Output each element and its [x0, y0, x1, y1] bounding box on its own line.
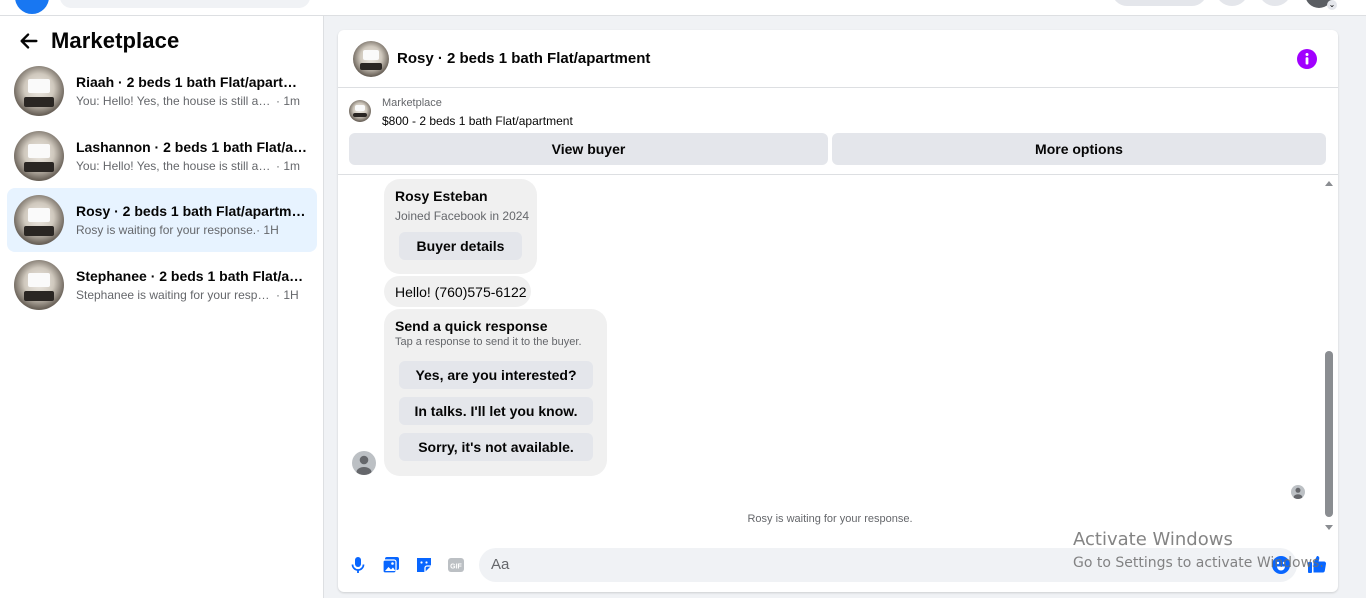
panel-header: Marketplace [18, 28, 179, 54]
listing-thumbnail [349, 100, 371, 122]
conversation-name: Rosy · 2 beds 1 bath Flat/apartment [76, 202, 308, 219]
listing-thumbnail [14, 260, 64, 310]
svg-text:GIF: GIF [450, 563, 462, 570]
conversation-time: · 1m [276, 93, 300, 108]
conversation-list-panel: Marketplace Riaah · 2 beds 1 bath Flat/a… [0, 16, 324, 598]
photo-icon[interactable] [381, 555, 401, 575]
buyer-joined: Joined Facebook in 2024 [395, 209, 530, 223]
conversation-item-active[interactable]: Rosy · 2 beds 1 bath Flat/apartment Rosy… [7, 188, 317, 252]
gif-icon[interactable]: GIF [446, 555, 466, 575]
listing-summary: Marketplace $800 - 2 beds 1 bath Flat/ap… [338, 89, 1338, 175]
info-icon[interactable] [1297, 49, 1317, 69]
waiting-status: Rosy is waiting for your response. [747, 513, 913, 525]
notifications-icon[interactable] [1259, 0, 1291, 6]
conversation-name: Stephanee · 2 beds 1 bath Flat/apa... [76, 267, 308, 284]
messenger-icon[interactable] [1216, 0, 1248, 6]
message-scrollbar[interactable] [1322, 176, 1336, 534]
user-silhouette-icon [356, 455, 372, 475]
conversation-item[interactable]: Stephanee · 2 beds 1 bath Flat/apa... St… [7, 253, 317, 317]
listing-thumbnail [14, 195, 64, 245]
listing-thumbnail [14, 66, 64, 116]
chat-title[interactable]: Rosy · 2 beds 1 bath Flat/apartment [397, 50, 650, 67]
listing-title[interactable]: $800 - 2 beds 1 bath Flat/apartment [382, 114, 573, 128]
sticker-icon[interactable] [414, 555, 434, 575]
incoming-message: Hello! (760)575-6122 [384, 276, 531, 307]
top-navigation-bar: ⌄ [0, 0, 1366, 16]
listing-thumbnail[interactable] [353, 40, 389, 77]
facebook-logo-icon[interactable] [15, 0, 49, 14]
scroll-down-arrow-icon[interactable] [1325, 525, 1333, 530]
conversation-item[interactable]: Riaah · 2 beds 1 bath Flat/apartment You… [7, 59, 317, 123]
top-menu-button[interactable] [1112, 0, 1207, 6]
quick-response-card: Send a quick response Tap a response to … [384, 309, 607, 476]
quick-response-option[interactable]: In talks. I'll let you know. [399, 397, 593, 425]
listing-source: Marketplace [382, 97, 442, 109]
conversation-snippet: Stephanee is waiting for your response. [76, 287, 276, 302]
conversation-snippet: Rosy is waiting for your response. [76, 222, 257, 237]
chevron-down-icon[interactable]: ⌄ [1327, 0, 1337, 10]
scroll-thumb[interactable] [1325, 351, 1333, 517]
conversation-snippet: You: Hello! Yes, the house is still avai… [76, 93, 276, 108]
quick-response-subtitle: Tap a response to send it to the buyer. [395, 336, 582, 348]
listing-thumbnail [14, 131, 64, 181]
buyer-name: Rosy Esteban [395, 188, 488, 204]
conversation-time: · 1H [276, 287, 299, 302]
conversation-name: Lashannon · 2 beds 1 bath Flat/apa... [76, 138, 308, 155]
conversation-name: Riaah · 2 beds 1 bath Flat/apartment [76, 73, 308, 90]
chat-panel: Rosy · 2 beds 1 bath Flat/apartment Mark… [338, 30, 1338, 592]
page-title: Marketplace [51, 28, 180, 53]
conversation-time: · 1H [256, 222, 279, 237]
user-silhouette-icon [1293, 487, 1303, 499]
conversation-time: · 1m [276, 158, 300, 173]
sender-avatar [352, 451, 376, 475]
quick-response-option[interactable]: Sorry, it's not available. [399, 433, 593, 461]
conversation-snippet: You: Hello! Yes, the house is still avai… [76, 158, 276, 173]
windows-activation-watermark: Activate Windows Go to Settings to activ… [1073, 529, 1324, 573]
watermark-title: Activate Windows [1073, 529, 1233, 550]
buyer-card: Rosy Esteban Joined Facebook in 2024 Buy… [384, 179, 537, 274]
message-text: Hello! (760)575-6122 [395, 284, 527, 300]
conversation-item[interactable]: Lashannon · 2 beds 1 bath Flat/apa... Yo… [7, 124, 317, 188]
search-input[interactable] [60, 0, 310, 8]
back-arrow-icon[interactable] [18, 30, 40, 52]
buyer-details-button[interactable]: Buyer details [399, 232, 522, 260]
watermark-subtitle: Go to Settings to activate Windows. [1073, 555, 1324, 571]
microphone-icon[interactable] [348, 555, 368, 575]
view-buyer-button[interactable]: View buyer [349, 133, 828, 165]
message-thread: Rosy Esteban Joined Facebook in 2024 Buy… [338, 176, 1338, 534]
scroll-up-arrow-icon[interactable] [1325, 181, 1333, 186]
quick-response-title: Send a quick response [395, 318, 548, 334]
read-receipt-avatar [1291, 485, 1305, 499]
quick-response-option[interactable]: Yes, are you interested? [399, 361, 593, 389]
chat-header: Rosy · 2 beds 1 bath Flat/apartment [338, 30, 1338, 88]
more-options-button[interactable]: More options [832, 133, 1326, 165]
